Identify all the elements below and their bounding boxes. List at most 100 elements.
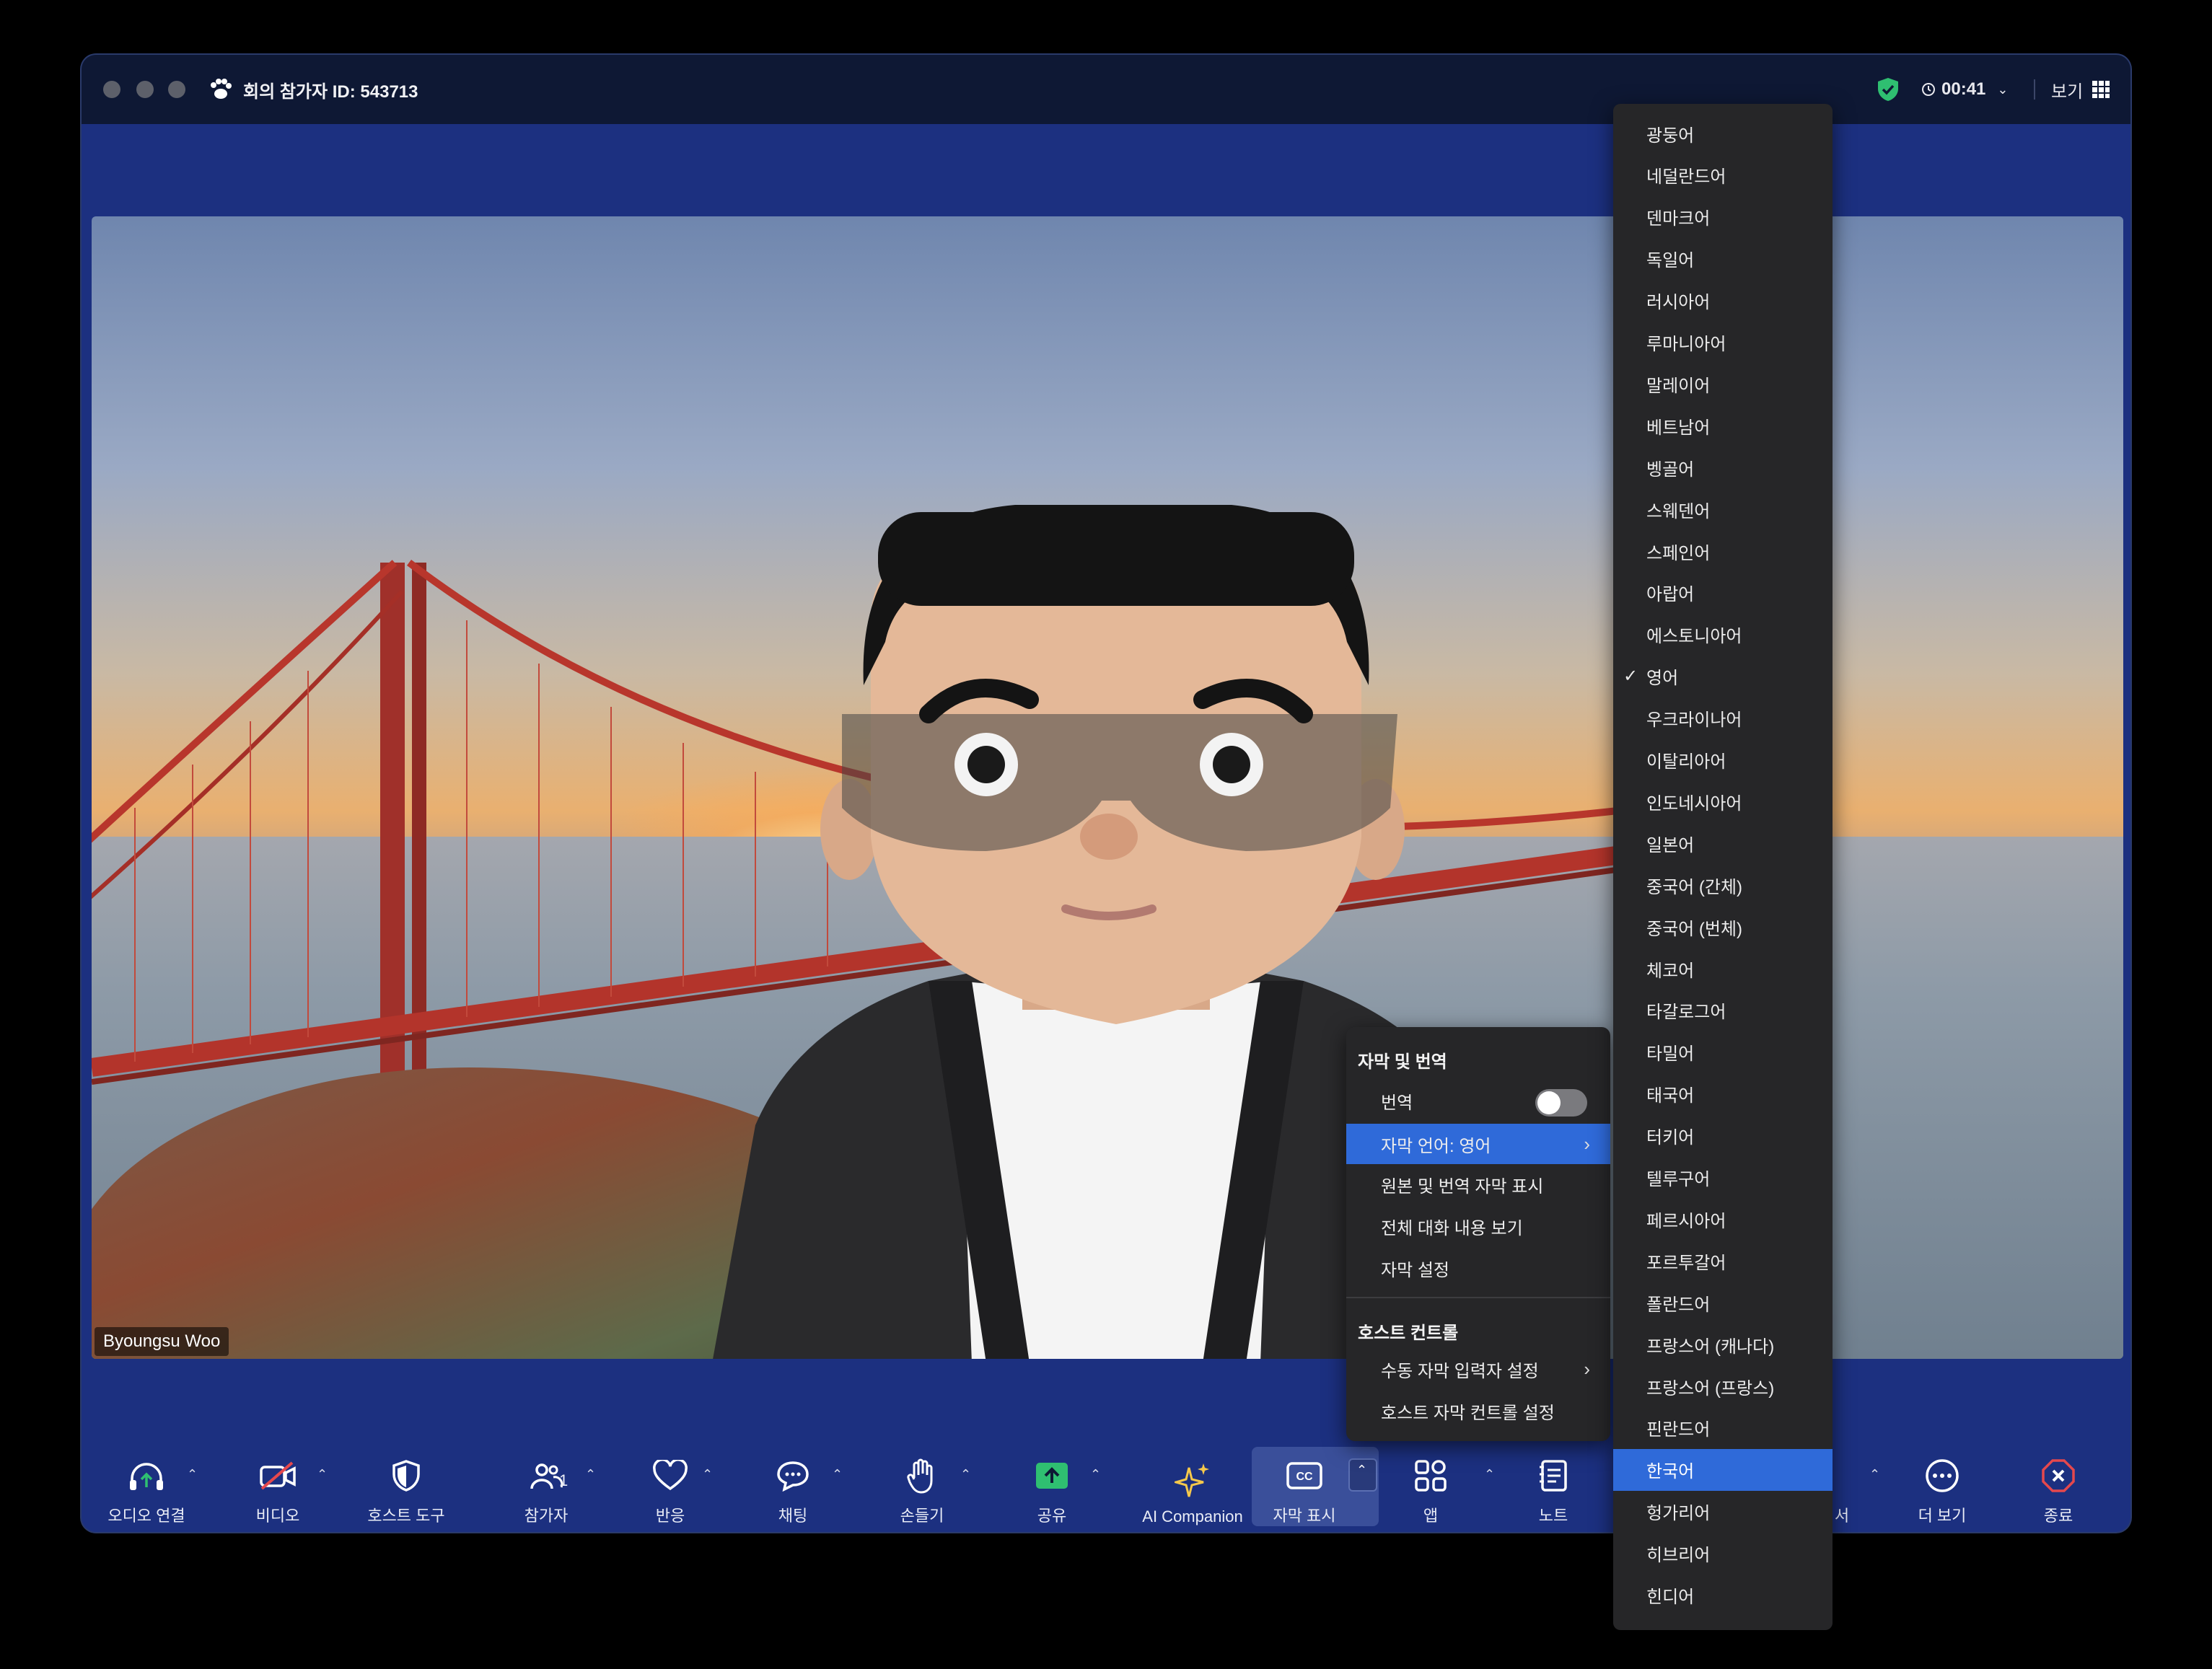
language-option[interactable]: 광둥어 xyxy=(1613,113,1833,154)
language-option[interactable]: 루마니아어 xyxy=(1613,322,1833,364)
paw-icon xyxy=(211,79,232,99)
close-window-button[interactable] xyxy=(103,81,120,98)
language-option[interactable]: 스페인어 xyxy=(1613,530,1833,572)
language-label: 네덜란드어 xyxy=(1646,167,1726,188)
language-label: 아랍어 xyxy=(1646,585,1695,605)
language-option[interactable]: 프랑스어 (프랑스) xyxy=(1613,1365,1833,1407)
grid-view-icon xyxy=(2092,81,2110,98)
end-button[interactable]: 종료 xyxy=(2029,1451,2087,1526)
language-option[interactable]: 폴란드어 xyxy=(1613,1282,1833,1324)
language-label: 이탈리아어 xyxy=(1646,752,1726,772)
language-option[interactable]: 네덜란드어 xyxy=(1613,154,1833,196)
language-option[interactable]: 한국어 xyxy=(1613,1448,1833,1491)
shield-icon xyxy=(392,1460,420,1492)
chevron-right-icon: › xyxy=(1584,1132,1590,1155)
apps-button[interactable]: 앱 xyxy=(1402,1451,1460,1526)
chat-button[interactable]: 채팅 xyxy=(757,1451,829,1526)
participants-options-caret[interactable]: ⌃ xyxy=(585,1467,596,1482)
language-option[interactable]: 힌디어 xyxy=(1613,1575,1833,1616)
language-option[interactable]: 말레이어 xyxy=(1613,363,1833,405)
host-tools-button[interactable]: 호스트 도구 xyxy=(356,1451,457,1526)
language-option[interactable]: 중국어 (간체) xyxy=(1613,864,1833,906)
language-option[interactable]: 터키어 xyxy=(1613,1115,1833,1157)
language-option[interactable]: 이탈리아어 xyxy=(1613,739,1833,781)
meeting-timer[interactable]: 00:41 ⌄ xyxy=(1921,75,2008,104)
language-label: 스페인어 xyxy=(1646,543,1711,563)
apps-options-caret[interactable]: ⌃ xyxy=(1484,1467,1495,1482)
language-option[interactable]: 베트남어 xyxy=(1613,405,1833,446)
language-option[interactable]: 페르시아어 xyxy=(1613,1198,1833,1240)
language-option[interactable]: 타밀어 xyxy=(1613,1031,1833,1073)
notes-button[interactable]: 노트 xyxy=(1524,1451,1582,1526)
chevron-down-icon: ⌄ xyxy=(1997,82,2009,97)
language-label: 헝가리어 xyxy=(1646,1504,1711,1524)
svg-text:CC: CC xyxy=(1296,1471,1313,1483)
translation-toggle[interactable] xyxy=(1535,1089,1587,1117)
language-option[interactable]: 체코어 xyxy=(1613,948,1833,990)
audio-options-caret[interactable]: ⌃ xyxy=(187,1467,198,1482)
language-option[interactable]: 히브리어 xyxy=(1613,1533,1833,1575)
menu-header-captions: 자막 및 번역 xyxy=(1358,1052,1447,1072)
captions-options-caret[interactable]: ⌃ xyxy=(1348,1458,1377,1492)
zoom-window-button[interactable] xyxy=(168,81,185,98)
language-label: 루마니아어 xyxy=(1646,335,1726,354)
end-meeting-icon xyxy=(2042,1459,2075,1492)
language-label: 중국어 (번체) xyxy=(1646,919,1743,939)
language-option[interactable]: 포르투갈어 xyxy=(1613,1240,1833,1282)
translation-item[interactable]: 번역 xyxy=(1346,1080,1610,1121)
host-caption-control-item[interactable]: 호스트 자막 컨트롤 설정 xyxy=(1346,1391,1610,1431)
language-option[interactable]: 일본어 xyxy=(1613,822,1833,864)
language-label: 타밀어 xyxy=(1646,1044,1695,1065)
language-option[interactable]: 독일어 xyxy=(1613,238,1833,280)
language-label: 독일어 xyxy=(1646,251,1695,271)
view-button[interactable]: 보기 xyxy=(2051,75,2110,104)
language-option[interactable]: 텔루구어 xyxy=(1613,1157,1833,1199)
more-button[interactable]: 더 보기 xyxy=(1902,1451,1982,1526)
language-option[interactable]: 아랍어 xyxy=(1613,572,1833,614)
language-option[interactable]: 프랑스어 (캐나다) xyxy=(1613,1324,1833,1365)
language-option[interactable]: 인도네시아어 xyxy=(1613,780,1833,822)
headphones-icon xyxy=(130,1463,163,1490)
language-option[interactable]: 태국어 xyxy=(1613,1073,1833,1115)
caption-settings-item[interactable]: 자막 설정 xyxy=(1346,1248,1610,1288)
menu-divider xyxy=(1346,1297,1610,1298)
language-option[interactable]: 벵골어 xyxy=(1613,446,1833,488)
language-label: 히브리어 xyxy=(1646,1546,1711,1566)
security-shield-icon[interactable] xyxy=(1877,75,1900,104)
share-options-caret[interactable]: ⌃ xyxy=(1090,1467,1101,1482)
chat-options-caret[interactable]: ⌃ xyxy=(832,1467,843,1482)
reactions-options-caret[interactable]: ⌃ xyxy=(702,1467,713,1482)
share-screen-icon xyxy=(1036,1463,1068,1489)
video-button[interactable]: 비디오 xyxy=(242,1451,314,1526)
language-label: 터키어 xyxy=(1646,1128,1695,1148)
manual-caption-item[interactable]: 수동 자막 입력자 설정 › xyxy=(1346,1349,1610,1389)
language-option[interactable]: 핀란드어 xyxy=(1613,1407,1833,1449)
language-option[interactable]: 타갈로그어 xyxy=(1613,990,1833,1031)
language-option[interactable]: 덴마크어 xyxy=(1613,196,1833,238)
language-option[interactable]: 러시아어 xyxy=(1613,280,1833,322)
language-option[interactable]: ✓ 영어 xyxy=(1613,656,1833,697)
cc-icon: CC xyxy=(1286,1462,1322,1489)
share-button[interactable]: 공유 xyxy=(1012,1451,1092,1526)
view-transcript-item[interactable]: 전체 대화 내용 보기 xyxy=(1346,1206,1610,1246)
language-option[interactable]: 중국어 (번체) xyxy=(1613,906,1833,948)
show-original-translated-item[interactable]: 원본 및 번역 자막 표시 xyxy=(1346,1164,1610,1205)
language-label: 폴란드어 xyxy=(1646,1295,1711,1315)
reactions-button[interactable]: 반응 xyxy=(634,1451,706,1526)
participants-button[interactable]: 참가자 xyxy=(503,1451,589,1526)
language-option[interactable]: 스웨덴어 xyxy=(1613,488,1833,530)
audio-button[interactable]: 오디오 연결 xyxy=(103,1451,190,1526)
raise-hand-options-caret[interactable]: ⌃ xyxy=(960,1467,971,1482)
ai-companion-button[interactable]: AI Companion xyxy=(1120,1451,1265,1526)
video-options-caret[interactable]: ⌃ xyxy=(317,1467,328,1482)
language-option[interactable]: 헝가리어 xyxy=(1613,1491,1833,1533)
raise-hand-button[interactable]: 손들기 xyxy=(882,1451,962,1526)
language-option[interactable]: 우크라이나어 xyxy=(1613,697,1833,739)
menu-header-host-controls: 호스트 컨트롤 xyxy=(1358,1324,1459,1343)
caption-language-item[interactable]: 자막 언어: 영어 › xyxy=(1346,1124,1610,1164)
language-option[interactable]: 에스토니아어 xyxy=(1613,614,1833,656)
sparkle-icon xyxy=(1175,1463,1209,1497)
minimize-window-button[interactable] xyxy=(136,81,154,98)
hidden-options-caret[interactable]: ⌃ xyxy=(1869,1467,1880,1482)
captions-button[interactable]: CC 자막 표시 xyxy=(1258,1451,1351,1526)
